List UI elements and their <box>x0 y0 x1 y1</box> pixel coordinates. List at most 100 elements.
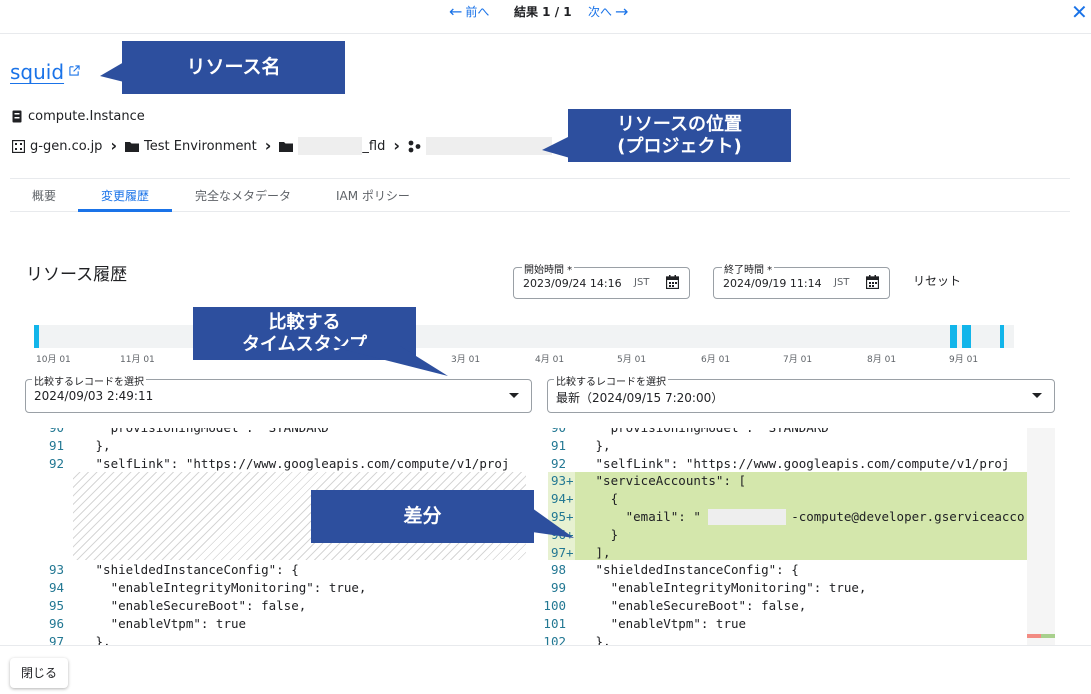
start-timezone: JST <box>634 277 650 288</box>
line-number: 91 <box>550 437 566 453</box>
line-number: 90 <box>526 428 566 437</box>
code-text: "provisioningModel": "STANDARD" <box>588 428 836 437</box>
timeline-label: 8月 01 <box>867 355 897 365</box>
code-text: "enableIntegrityMonitoring": true, <box>588 580 867 596</box>
line-number: 97 <box>48 633 64 645</box>
tab-overview[interactable]: 概要 <box>32 187 56 204</box>
callout-pointer <box>532 508 574 538</box>
line-number: 98 <box>550 562 566 578</box>
callout-diff: 差分 <box>311 490 534 543</box>
chevron-right-icon: › <box>264 136 272 155</box>
end-time-label: 終了時間 * <box>722 261 775 276</box>
redacted-email-prefix <box>708 509 786 525</box>
callout-pointer <box>542 136 570 158</box>
tab-change-history[interactable]: 変更履歴 <box>101 187 149 204</box>
resource-type-label: compute.Instance <box>28 109 145 124</box>
timeline-label: 10月 01 <box>36 355 71 365</box>
folder-icon <box>125 141 140 152</box>
timeline-label: 5月 01 <box>617 355 647 365</box>
calendar-icon[interactable] <box>866 275 879 289</box>
code-text: "shieldedInstanceConfig": { <box>588 562 799 578</box>
compare-left-select[interactable]: 比較するレコードを選択 2024/09/03 2:49:11 <box>25 373 532 413</box>
line-number: 102 <box>543 633 566 645</box>
calendar-icon[interactable] <box>666 275 679 289</box>
diff-minimap[interactable] <box>1027 428 1055 645</box>
timeline-record-mark[interactable] <box>34 325 39 348</box>
line-number: 95 <box>48 598 64 613</box>
resource-type: compute.Instance <box>12 109 145 124</box>
breadcrumb: g-gen.co.jp › Test Environment › _fld › <box>12 137 552 155</box>
timeline-label: 11月 01 <box>120 355 155 365</box>
redacted-project-name <box>425 137 552 155</box>
compare-right-value: 最新（2024/09/15 7:20:00） <box>556 391 724 405</box>
code-text: "selfLink": "https://www.googleapis.com/… <box>88 455 510 471</box>
result-count: 結果 1 / 1 <box>514 5 572 19</box>
code-text: } <box>588 526 619 542</box>
organization-icon <box>12 139 25 153</box>
code-text: { <box>588 491 619 507</box>
timeline-label: 9月 01 <box>949 355 979 365</box>
line-number: 93 <box>48 562 64 578</box>
timeline-record-mark[interactable] <box>950 325 957 348</box>
start-time-field[interactable]: 開始時間 * 2023/09/24 14:16 JST <box>513 261 690 299</box>
line-number: 99 <box>550 580 566 596</box>
timeline-label: 6月 01 <box>701 355 731 365</box>
breadcrumb-org[interactable]: g-gen.co.jp <box>30 139 102 154</box>
resource-name-link[interactable]: squid <box>10 60 64 84</box>
line-number: 101 <box>543 615 566 631</box>
callout-pointer <box>100 62 124 82</box>
code-text: }, <box>588 633 611 645</box>
compare-right-label: 比較するレコードを選択 <box>554 373 668 388</box>
dropdown-arrow-icon <box>509 393 519 398</box>
diff-marker: + <box>566 544 574 560</box>
history-timeline[interactable] <box>34 325 1014 348</box>
arrow-right-icon: → <box>615 1 629 21</box>
tab-full-metadata[interactable]: 完全なメタデータ <box>195 187 291 204</box>
timeline-label: 4月 01 <box>535 355 565 365</box>
code-text: "enableVtpm": true <box>588 615 747 631</box>
line-number: 93 <box>550 473 566 489</box>
code-text: }, <box>588 437 611 453</box>
chevron-right-icon: › <box>393 136 400 155</box>
code-text: }, <box>88 437 111 453</box>
timeline-label: 3月 01 <box>451 355 481 365</box>
callout-resource-location: リソースの位置 (プロジェクト) <box>568 109 791 162</box>
diff-marker: + <box>566 491 574 507</box>
close-button[interactable]: 閉じる <box>10 658 68 688</box>
breadcrumb-folder2[interactable]: _fld <box>362 139 385 154</box>
timeline-record-mark[interactable] <box>1000 325 1004 348</box>
code-text: "selfLink": "https://www.googleapis.com/… <box>588 455 1010 471</box>
close-icon[interactable]: ✕ <box>1071 0 1088 24</box>
chevron-right-icon: › <box>110 136 118 155</box>
timeline-record-mark[interactable] <box>962 325 971 348</box>
callout-resource-name: リソース名 <box>122 41 345 94</box>
breadcrumb-folder[interactable]: Test Environment <box>144 139 257 154</box>
line-number: 90 <box>24 428 64 437</box>
callout-pointer <box>330 346 448 376</box>
end-time-value: 2024/09/19 11:14 <box>723 277 822 290</box>
prev-result-link[interactable]: ← 前へ <box>449 3 489 20</box>
next-label: 次へ <box>588 5 613 19</box>
line-number: 94 <box>48 580 64 596</box>
reset-button[interactable]: リセット <box>913 272 961 289</box>
start-time-label: 開始時間 * <box>522 261 575 276</box>
code-text: "enableVtpm": true <box>88 615 247 631</box>
code-text: "email": " -compute@developer.gserviceac… <box>588 509 1025 524</box>
end-time-field[interactable]: 終了時間 * 2024/09/19 11:14 JST <box>713 261 890 299</box>
tab-bar: 概要 変更履歴 完全なメタデータ IAM ポリシー <box>10 178 1070 212</box>
instance-icon <box>12 110 22 123</box>
next-result-link[interactable]: 次へ → <box>588 3 628 20</box>
diff-marker: + <box>566 473 574 489</box>
diff-right-pane[interactable]: 90 "provisioningModel": "STANDARD" 91 }, 9… <box>526 428 1027 645</box>
tab-iam-policy[interactable]: IAM ポリシー <box>336 187 410 204</box>
line-number: 91 <box>48 437 64 453</box>
timeline-label: 7月 01 <box>783 355 813 365</box>
history-title: リソース履歴 <box>26 265 128 285</box>
line-number: 92 <box>48 455 64 471</box>
external-link-icon[interactable] <box>69 65 80 76</box>
dropdown-arrow-icon <box>1032 393 1042 398</box>
end-timezone: JST <box>834 277 850 288</box>
line-number: 92 <box>550 455 566 471</box>
compare-right-select[interactable]: 比較するレコードを選択 最新（2024/09/15 7:20:00） <box>547 373 1055 413</box>
compare-left-label: 比較するレコードを選択 <box>32 373 146 388</box>
